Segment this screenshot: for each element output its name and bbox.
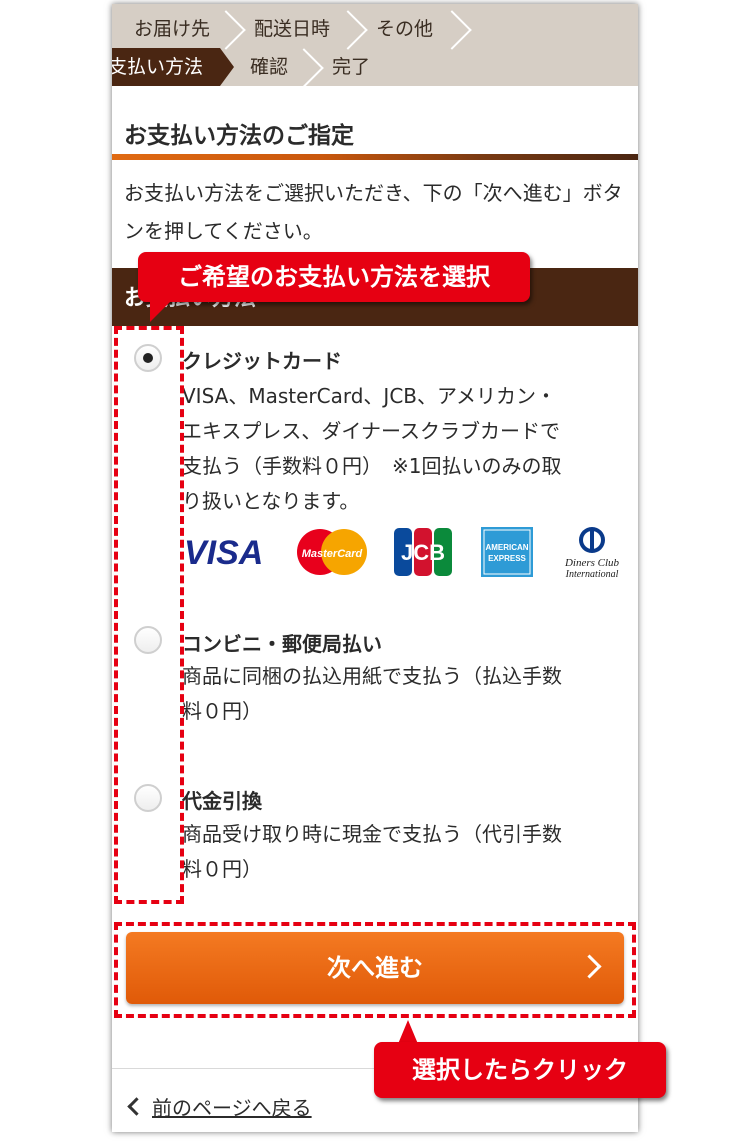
option-desc-line: 支払う（手数料０円） ※1回払いのみの取 — [182, 454, 562, 478]
jcb-logo-icon: JCB — [394, 528, 452, 576]
select-hint-callout: ご希望のお支払い方法を選択 — [138, 252, 530, 302]
next-button-highlight-box — [114, 922, 636, 1018]
svg-text:MasterCard: MasterCard — [302, 548, 363, 560]
select-hint-text: ご希望のお支払い方法を選択 — [178, 263, 490, 291]
card-brand-logos: VISA MasterCard JCB AMERICAN EXPRESS Din… — [182, 524, 632, 582]
option-title-cash-on-delivery[interactable]: 代金引換 — [182, 785, 262, 814]
step-complete: 完了 — [332, 56, 371, 78]
option-desc-convenience-store: 商品に同梱の払込用紙で支払う（払込手数 料０円） — [182, 659, 632, 729]
page-description: お支払い方法をご選択いただき、下の「次へ進む」ボタンを押してください。 — [124, 181, 623, 243]
click-hint-callout: 選択したらクリック — [374, 1042, 666, 1098]
step-confirm: 確認 — [250, 56, 289, 78]
option-desc-cash-on-delivery: 商品受け取り時に現金で支払う（代引手数 料０円） — [182, 817, 632, 887]
select-hint-tail — [150, 300, 172, 322]
option-desc-credit-card: VISA、MasterCard、JCB、アメリカン・ エキスプレス、ダイナースク… — [182, 379, 632, 519]
visa-logo-icon: VISA — [184, 534, 263, 572]
step-delivery-address: お届け先 — [134, 18, 211, 40]
svg-text:AMERICAN: AMERICAN — [485, 543, 528, 552]
option-desc-line: VISA、MasterCard、JCB、アメリカン・ — [182, 384, 556, 408]
step-other: その他 — [376, 18, 434, 40]
step-active-arrow — [220, 48, 234, 86]
svg-text:Diners Club: Diners Club — [564, 557, 620, 569]
svg-text:VISA: VISA — [184, 534, 263, 572]
option-desc-line: り扱いとなります。 — [182, 489, 360, 513]
radio-highlight-box — [114, 326, 184, 904]
option-title-credit-card[interactable]: クレジットカード — [182, 345, 342, 374]
svg-text:JCB: JCB — [401, 540, 445, 565]
option-desc-line: エキスプレス、ダイナースクラブカードで — [182, 419, 560, 443]
page-title: お支払い方法のご指定 — [124, 123, 354, 149]
option-desc-line: 料０円） — [182, 699, 262, 723]
chevron-left-icon — [127, 1097, 146, 1116]
checkout-steps: お届け先 配送日時 その他 支払い方法 確認 完了 — [112, 4, 638, 86]
svg-text:International: International — [565, 569, 619, 580]
step-separator-icon — [284, 48, 324, 86]
option-desc-line: 料０円） — [182, 857, 262, 881]
back-link[interactable]: 前のページへ戻る — [152, 1092, 312, 1121]
step-delivery-date: 配送日時 — [254, 18, 331, 40]
svg-text:EXPRESS: EXPRESS — [488, 554, 526, 563]
click-hint-tail — [398, 1020, 418, 1044]
option-title-convenience-store[interactable]: コンビニ・郵便局払い — [182, 628, 382, 657]
title-underline — [112, 154, 638, 160]
amex-logo-icon: AMERICAN EXPRESS — [481, 527, 533, 577]
step-payment-method: 支払い方法 — [112, 56, 204, 78]
step-separator-icon — [328, 10, 368, 50]
option-desc-line: 商品受け取り時に現金で支払う（代引手数 — [182, 822, 562, 846]
click-hint-text: 選択したらクリック — [412, 1056, 628, 1084]
diners-club-logo-icon: Diners Club International — [564, 527, 620, 580]
option-desc-line: 商品に同梱の払込用紙で支払う（払込手数 — [182, 664, 562, 688]
step-separator-icon — [432, 10, 472, 50]
mastercard-logo-icon: MasterCard — [297, 529, 367, 575]
step-separator-icon — [206, 10, 246, 50]
